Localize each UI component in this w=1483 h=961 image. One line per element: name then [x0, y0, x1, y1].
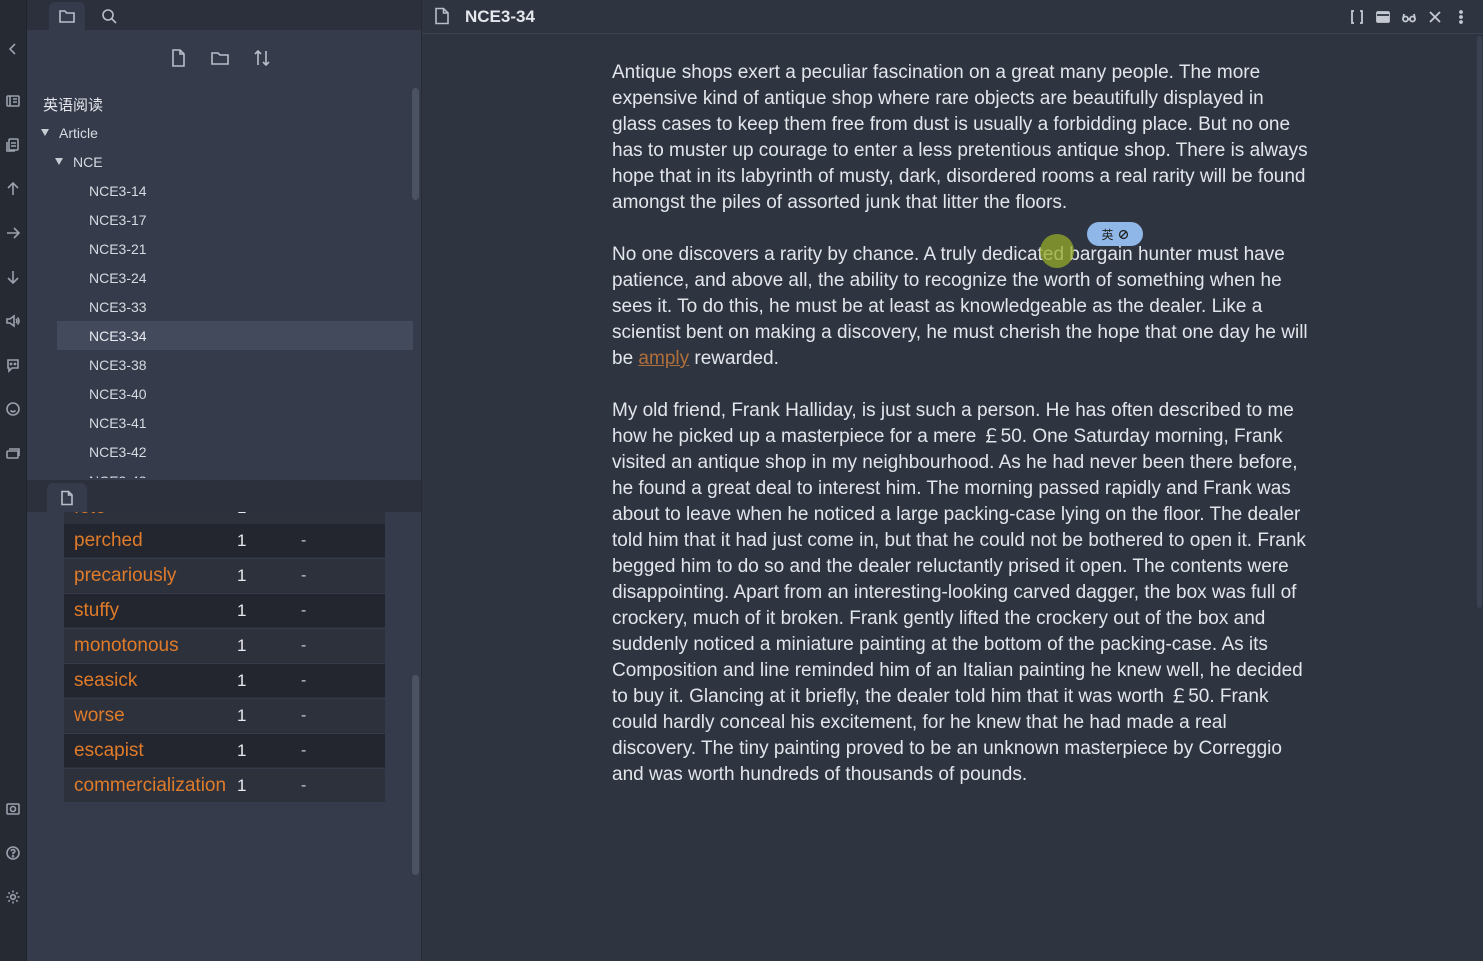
files-tab[interactable]: [49, 2, 85, 30]
left-ribbon: [0, 0, 27, 961]
cursor-highlight: [1040, 234, 1074, 268]
glasses-icon: [1402, 13, 1416, 23]
smiley-icon[interactable]: [2, 398, 24, 420]
archive-button[interactable]: [1374, 8, 1392, 26]
editor-pane: NCE3-34 Antique shops exert a peculiar f…: [421, 0, 1483, 961]
table-row[interactable]: perched 1 -: [64, 524, 385, 558]
file-item[interactable]: NCE3-42: [57, 437, 413, 466]
cards-stack-icon[interactable]: [2, 442, 24, 464]
file-item[interactable]: NCE3-33: [57, 292, 413, 321]
new-folder-button[interactable]: [209, 44, 231, 72]
file-item[interactable]: NCE3-41: [57, 408, 413, 437]
reading-view-button[interactable]: [1400, 8, 1418, 26]
more-options-button[interactable]: [1452, 8, 1470, 26]
sidebar-tab-bar: [27, 0, 421, 30]
file-item[interactable]: NCE3-24: [57, 263, 413, 292]
table-row[interactable]: monotonous 1 -: [64, 629, 385, 663]
table-row[interactable]: stuffy 1 -: [64, 594, 385, 628]
ime-indicator-badge: 英: [1087, 222, 1143, 246]
new-note-icon: [172, 49, 185, 67]
lower-pane-tab-bar: [27, 480, 421, 512]
folder-article[interactable]: Article: [41, 118, 98, 147]
app-window: 英语阅读 Article NCE NCE3-14 NCE3-17 NCE3-21…: [0, 0, 1483, 961]
collapse-sidebar-icon[interactable]: [2, 38, 24, 60]
caret-down-icon: [41, 129, 49, 136]
help-icon[interactable]: [2, 842, 24, 864]
caret-down-icon: [55, 158, 63, 165]
file-explorer-pane: 英语阅读 Article NCE NCE3-14 NCE3-17 NCE3-21…: [27, 0, 421, 961]
search-icon: [102, 9, 117, 24]
file-item[interactable]: NCE3-40: [57, 379, 413, 408]
word-list-tab[interactable]: [47, 483, 87, 512]
table-row[interactable]: seasick 1 -: [64, 664, 385, 698]
file-item[interactable]: NCE3-43: [57, 466, 413, 479]
close-icon: [1429, 11, 1441, 23]
copy-document-icon[interactable]: [2, 134, 24, 156]
word-frequency-table: fete 1 - perched 1 - precariously 1 - st…: [64, 512, 385, 802]
header-actions: [1348, 8, 1470, 26]
file-tree: Article NCE NCE3-14 NCE3-17 NCE3-21 NCE3…: [27, 118, 415, 478]
arrow-down-icon[interactable]: [2, 266, 24, 288]
file-item[interactable]: NCE3-17: [57, 205, 413, 234]
editor-header: NCE3-34: [422, 0, 1483, 34]
note-title[interactable]: NCE3-34: [465, 7, 535, 27]
new-note-button[interactable]: [167, 44, 189, 72]
word-table-scrollbar[interactable]: [412, 675, 419, 875]
folder-icon: [59, 10, 75, 23]
arrow-right-icon[interactable]: [2, 222, 24, 244]
file-item[interactable]: NCE3-14: [57, 176, 413, 205]
chat-bubble-icon[interactable]: [2, 354, 24, 376]
expand-button[interactable]: [1348, 8, 1366, 26]
file-item[interactable]: NCE3-38: [57, 350, 413, 379]
highlighted-word[interactable]: amply: [638, 348, 689, 369]
file-item-active[interactable]: NCE3-34: [57, 321, 413, 350]
file-icon: [434, 7, 450, 30]
sort-button[interactable]: [251, 44, 273, 72]
paragraph: My old friend, Frank Halliday, is just s…: [612, 400, 1306, 785]
explorer-actions: [167, 44, 273, 72]
brackets-icon: [1351, 10, 1363, 24]
vault-name[interactable]: 英语阅读: [43, 94, 103, 115]
file-item[interactable]: NCE3-21: [57, 234, 413, 263]
table-row[interactable]: precariously 1 -: [64, 559, 385, 593]
table-row[interactable]: escapist 1 -: [64, 734, 385, 768]
archive-box-icon: [1376, 11, 1390, 23]
vault-icon[interactable]: [2, 798, 24, 820]
note-content[interactable]: Antique shops exert a peculiar fascinati…: [612, 60, 1312, 814]
paragraph: No one discovers a rarity by chance. A t…: [612, 244, 1308, 369]
document-icon: [61, 490, 73, 505]
editor-scrollbar[interactable]: [1477, 36, 1482, 608]
table-row[interactable]: commercialization 1 -: [64, 769, 385, 802]
settings-gear-icon[interactable]: [2, 886, 24, 908]
search-tab[interactable]: [91, 2, 127, 30]
speaker-icon[interactable]: [2, 310, 24, 332]
folder-nce[interactable]: NCE: [55, 147, 103, 176]
sort-icon: [254, 49, 270, 67]
arrow-up-icon[interactable]: [2, 178, 24, 200]
close-button[interactable]: [1426, 8, 1444, 26]
more-vertical-icon: [1459, 10, 1463, 24]
paragraph: Antique shops exert a peculiar fascinati…: [612, 62, 1308, 213]
block-icon: [1118, 229, 1128, 239]
table-row[interactable]: worse 1 -: [64, 699, 385, 733]
explorer-scrollbar[interactable]: [412, 88, 419, 200]
bookmark-card-icon[interactable]: [2, 90, 24, 112]
new-folder-icon: [211, 52, 229, 65]
